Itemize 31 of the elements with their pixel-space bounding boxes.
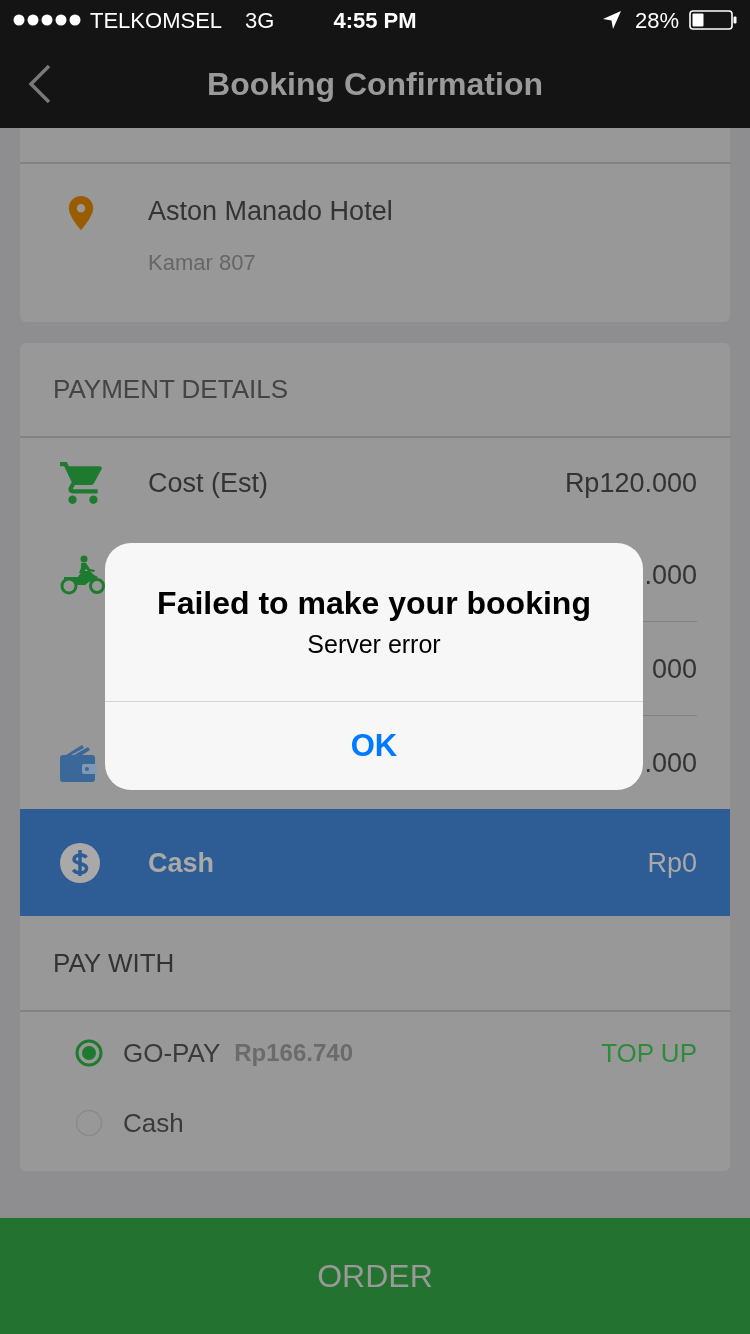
payment-method-label[interactable]: Cash <box>123 1103 184 1143</box>
screen-title: Booking Confirmation <box>206 65 544 104</box>
wallet-icon <box>60 743 97 782</box>
payment-amount: .000 <box>644 558 697 591</box>
clock-time: 4:55 PM <box>333 6 417 35</box>
ok-button[interactable]: OK <box>105 702 643 790</box>
alert-title: Failed to make your booking <box>156 584 592 622</box>
location-pin-icon <box>68 196 94 230</box>
payment-method-label[interactable]: GO-PAY <box>123 1033 221 1073</box>
battery-percentage: 28% <box>634 6 679 35</box>
network-type: 3G <box>245 6 275 35</box>
radio-button-icon[interactable] <box>75 1039 103 1067</box>
payment-amount: .000 <box>644 746 697 779</box>
signal-strength-icon <box>13 14 81 26</box>
place-name: Aston Manado Hotel <box>148 195 393 227</box>
battery-icon <box>689 10 737 30</box>
section-heading: PAYMENT DETAILS <box>53 373 288 406</box>
chevron-left-icon <box>28 64 52 104</box>
payment-label: Cost (Est) <box>148 467 268 499</box>
section-heading: PAY WITH <box>53 946 175 980</box>
payment-amount: Rp0 <box>647 846 697 879</box>
dollar-coin-icon <box>60 842 100 883</box>
carrier-name: TELKOMSEL <box>90 6 223 35</box>
payment-label: Cash <box>148 846 215 879</box>
back-button[interactable] <box>28 64 52 104</box>
order-button[interactable]: ORDER <box>0 1218 750 1334</box>
alert-message: Server error <box>306 629 442 659</box>
motorbike-rider-icon <box>60 554 105 595</box>
location-arrow-icon <box>602 11 621 29</box>
payment-amount: Rp120.000 <box>564 467 697 499</box>
payment-amount: 000 <box>651 652 697 685</box>
